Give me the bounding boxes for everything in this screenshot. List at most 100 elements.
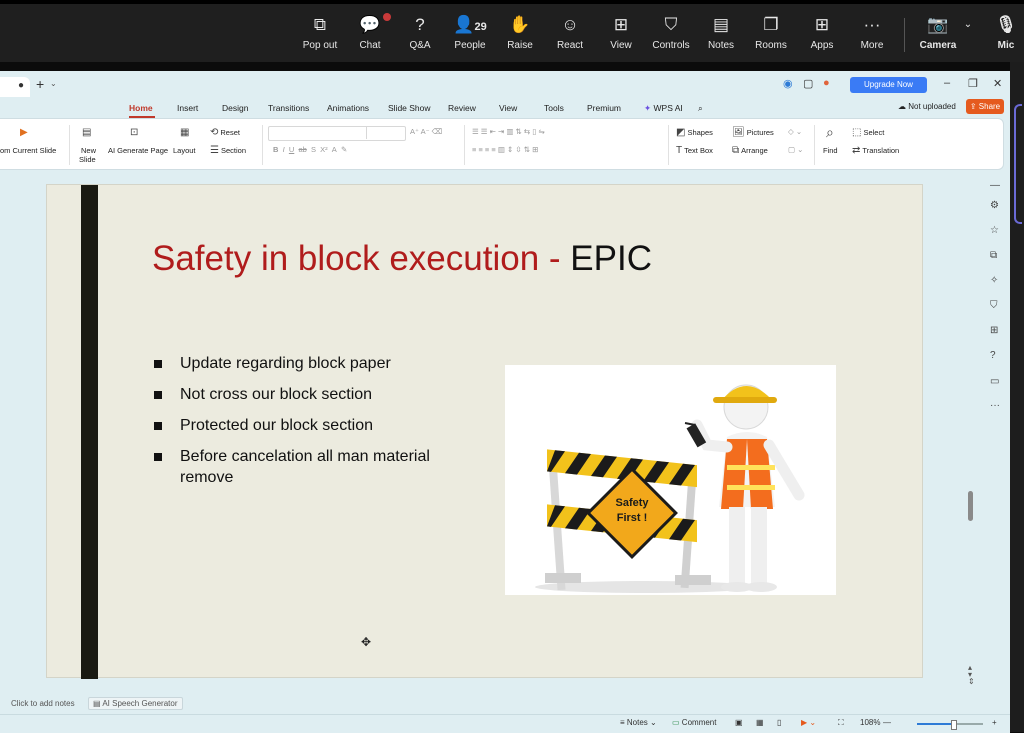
zoom-out-icon[interactable]: —	[883, 718, 891, 727]
shirt-icon[interactable]: ⛉	[990, 300, 998, 311]
bullet-item: Update regarding block paper	[152, 353, 472, 374]
slide-title[interactable]: Safety in block execution - EPIC	[152, 239, 652, 279]
insert-icon[interactable]: ⊞	[990, 325, 998, 336]
new-slide-button[interactable]: New	[81, 146, 96, 155]
tab-animations[interactable]: Animations	[327, 103, 369, 113]
fill-icon[interactable]: ◇ ⌄	[788, 127, 802, 136]
fit-icon[interactable]: ⛶	[838, 718, 844, 728]
font-format-icons[interactable]: B I U ab S X² A ✎	[273, 145, 347, 154]
favorites-icon[interactable]: ☆	[990, 225, 999, 236]
new-tab-icon[interactable]: +	[36, 76, 44, 92]
bullet-item: Not cross our block section	[152, 384, 472, 405]
cloud-icon: ☁	[898, 102, 906, 111]
ai-speech-generator-button[interactable]: ▤ AI Speech Generator	[88, 697, 183, 710]
layout-button[interactable]: Layout	[173, 146, 196, 155]
pictures-button[interactable]: 🖼 Pictures	[732, 127, 774, 138]
find-button[interactable]: Find	[823, 146, 838, 155]
slide-sorter-icon[interactable]: ▦	[756, 718, 764, 727]
tab-review[interactable]: Review	[448, 103, 476, 113]
camera-options-button[interactable]: ⌄	[957, 14, 979, 36]
tab-list-chevron-icon[interactable]: ⌄	[50, 79, 57, 88]
tab-insert[interactable]: Insert	[177, 103, 198, 113]
reading-view-icon[interactable]: ▯	[777, 718, 781, 727]
zoom-slider-handle[interactable]	[951, 720, 957, 730]
search-icon[interactable]: ⌕	[698, 103, 703, 114]
ai-generate-page-button[interactable]: AI Generate Page	[108, 146, 168, 155]
collapse-icon[interactable]: —	[990, 180, 1000, 191]
notes-toggle-label: Notes	[626, 718, 648, 727]
select-button[interactable]: ⬚ Select	[852, 127, 884, 138]
font-size-select[interactable]	[366, 126, 405, 139]
comment-icon[interactable]: ▭	[990, 376, 999, 387]
from-current-slide-button[interactable]: om Current Slide	[0, 146, 56, 155]
safety-first-illustration[interactable]: Safety First !	[505, 365, 836, 595]
avatar[interactable]: ●	[823, 77, 830, 89]
more-button[interactable]: ··· More	[846, 14, 898, 51]
ai-icon[interactable]: ◉	[783, 77, 793, 90]
tab-home[interactable]: Home	[129, 103, 153, 113]
home-ribbon: ▶ om Current Slide ▤ New Slide ⊡ AI Gene…	[0, 118, 1004, 170]
scroll-arrows-icon[interactable]: ▴ ▾ ⇕	[968, 664, 975, 686]
tab-transitions[interactable]: Transitions	[268, 103, 309, 113]
from-current-slide-icon: ▶	[20, 127, 28, 138]
vertical-scrollbar[interactable]	[967, 176, 975, 689]
controls-button[interactable]: ⛉ Controls	[645, 14, 697, 51]
text-box-button[interactable]: T Text Box	[676, 145, 713, 156]
mic-off-icon: 🎙	[995, 15, 1017, 34]
bullet-list[interactable]: Update regarding block paper Not cross o…	[152, 353, 472, 498]
slide-accent-bar	[81, 185, 98, 679]
arrange-button[interactable]: ⧉ Arrange	[732, 145, 768, 156]
list-and-indent-icons[interactable]: ☰ ☰ ⇤ ⇥ ▥ ⇅ ⇆ ▯ ⇋	[472, 127, 545, 136]
mic-button[interactable]: 🎙 Mic	[980, 14, 1024, 51]
apps-button[interactable]: ⊞ Apps	[796, 14, 848, 51]
shapes-button[interactable]: ◩ Shapes	[676, 127, 713, 138]
scrollbar-thumb[interactable]	[968, 491, 973, 521]
reset-icon: ⟲	[210, 127, 219, 138]
close-icon[interactable]: ✕	[993, 77, 1002, 90]
more-tools-icon[interactable]: ···	[990, 400, 1000, 411]
document-tab[interactable]: ●	[0, 77, 30, 97]
section-button[interactable]: ☰ Section	[210, 145, 246, 156]
outline-icon[interactable]: ▢ ⌄	[788, 145, 803, 154]
qa-button[interactable]: ? Q&A	[394, 14, 446, 51]
comment-toggle[interactable]: ▭ Comment	[672, 718, 716, 727]
alignment-icons[interactable]: ≡ ≡ ≡ ≡ ▥ ⇕ ⇳ ⇅ ⊞	[472, 145, 538, 154]
reset-button[interactable]: ⟲ Reset	[210, 127, 240, 138]
tab-premium[interactable]: Premium	[587, 103, 621, 113]
grow-font-icon[interactable]: A⁺ A⁻ ⌫	[410, 127, 442, 136]
tab-design[interactable]: Design	[222, 103, 248, 113]
zoom-in-icon[interactable]: +	[992, 718, 997, 727]
restore-icon[interactable]: ▢	[803, 77, 813, 90]
bullet-item: Before cancelation all man material remo…	[152, 446, 472, 488]
slide[interactable]: Safety in block execution - EPIC Update …	[46, 184, 923, 679]
tab-slide-show[interactable]: Slide Show	[388, 103, 431, 113]
translation-button[interactable]: ⇄ Translation	[852, 145, 899, 156]
notes-button[interactable]: ▤ Notes	[695, 14, 747, 51]
upgrade-button[interactable]: Upgrade Now	[850, 77, 927, 93]
help-icon[interactable]: ?	[990, 350, 996, 361]
normal-view-icon[interactable]: ▣	[735, 718, 743, 727]
play-slideshow-icon[interactable]: ▶ ⌄	[801, 718, 816, 727]
tab-view[interactable]: View	[499, 103, 517, 113]
notes-placeholder[interactable]: Click to add notes	[11, 699, 75, 708]
chat-button[interactable]: 💬 Chat	[344, 13, 396, 51]
sign-text-2: First !	[617, 512, 648, 524]
properties-icon[interactable]: ⚙	[990, 200, 999, 211]
zoom-level[interactable]: 108%	[860, 718, 880, 727]
translation-icon: ⇄	[852, 145, 861, 156]
zoom-slider[interactable]	[917, 720, 983, 730]
animation-icon[interactable]: ✧	[990, 275, 998, 286]
people-count: 29	[474, 21, 487, 33]
minimize-icon[interactable]: –	[944, 77, 950, 89]
notes-toggle[interactable]: ≡ Notes ⌄	[620, 718, 657, 727]
tab-tools[interactable]: Tools	[544, 103, 564, 113]
tab-wps-ai[interactable]: ✦ WPS AI	[644, 103, 683, 114]
rooms-button[interactable]: ❐ Rooms	[745, 14, 797, 51]
react-button[interactable]: ☺ React	[544, 14, 596, 51]
maximize-icon[interactable]: ❐	[968, 77, 978, 90]
view-button[interactable]: ⊞ View	[595, 14, 647, 51]
pop-out-button[interactable]: ⧉ Pop out	[294, 14, 346, 51]
copy-icon[interactable]: ⧉	[990, 250, 997, 261]
people-button[interactable]: 👤29 People	[444, 14, 496, 51]
raise-hand-button[interactable]: ✋ Raise	[494, 14, 546, 51]
